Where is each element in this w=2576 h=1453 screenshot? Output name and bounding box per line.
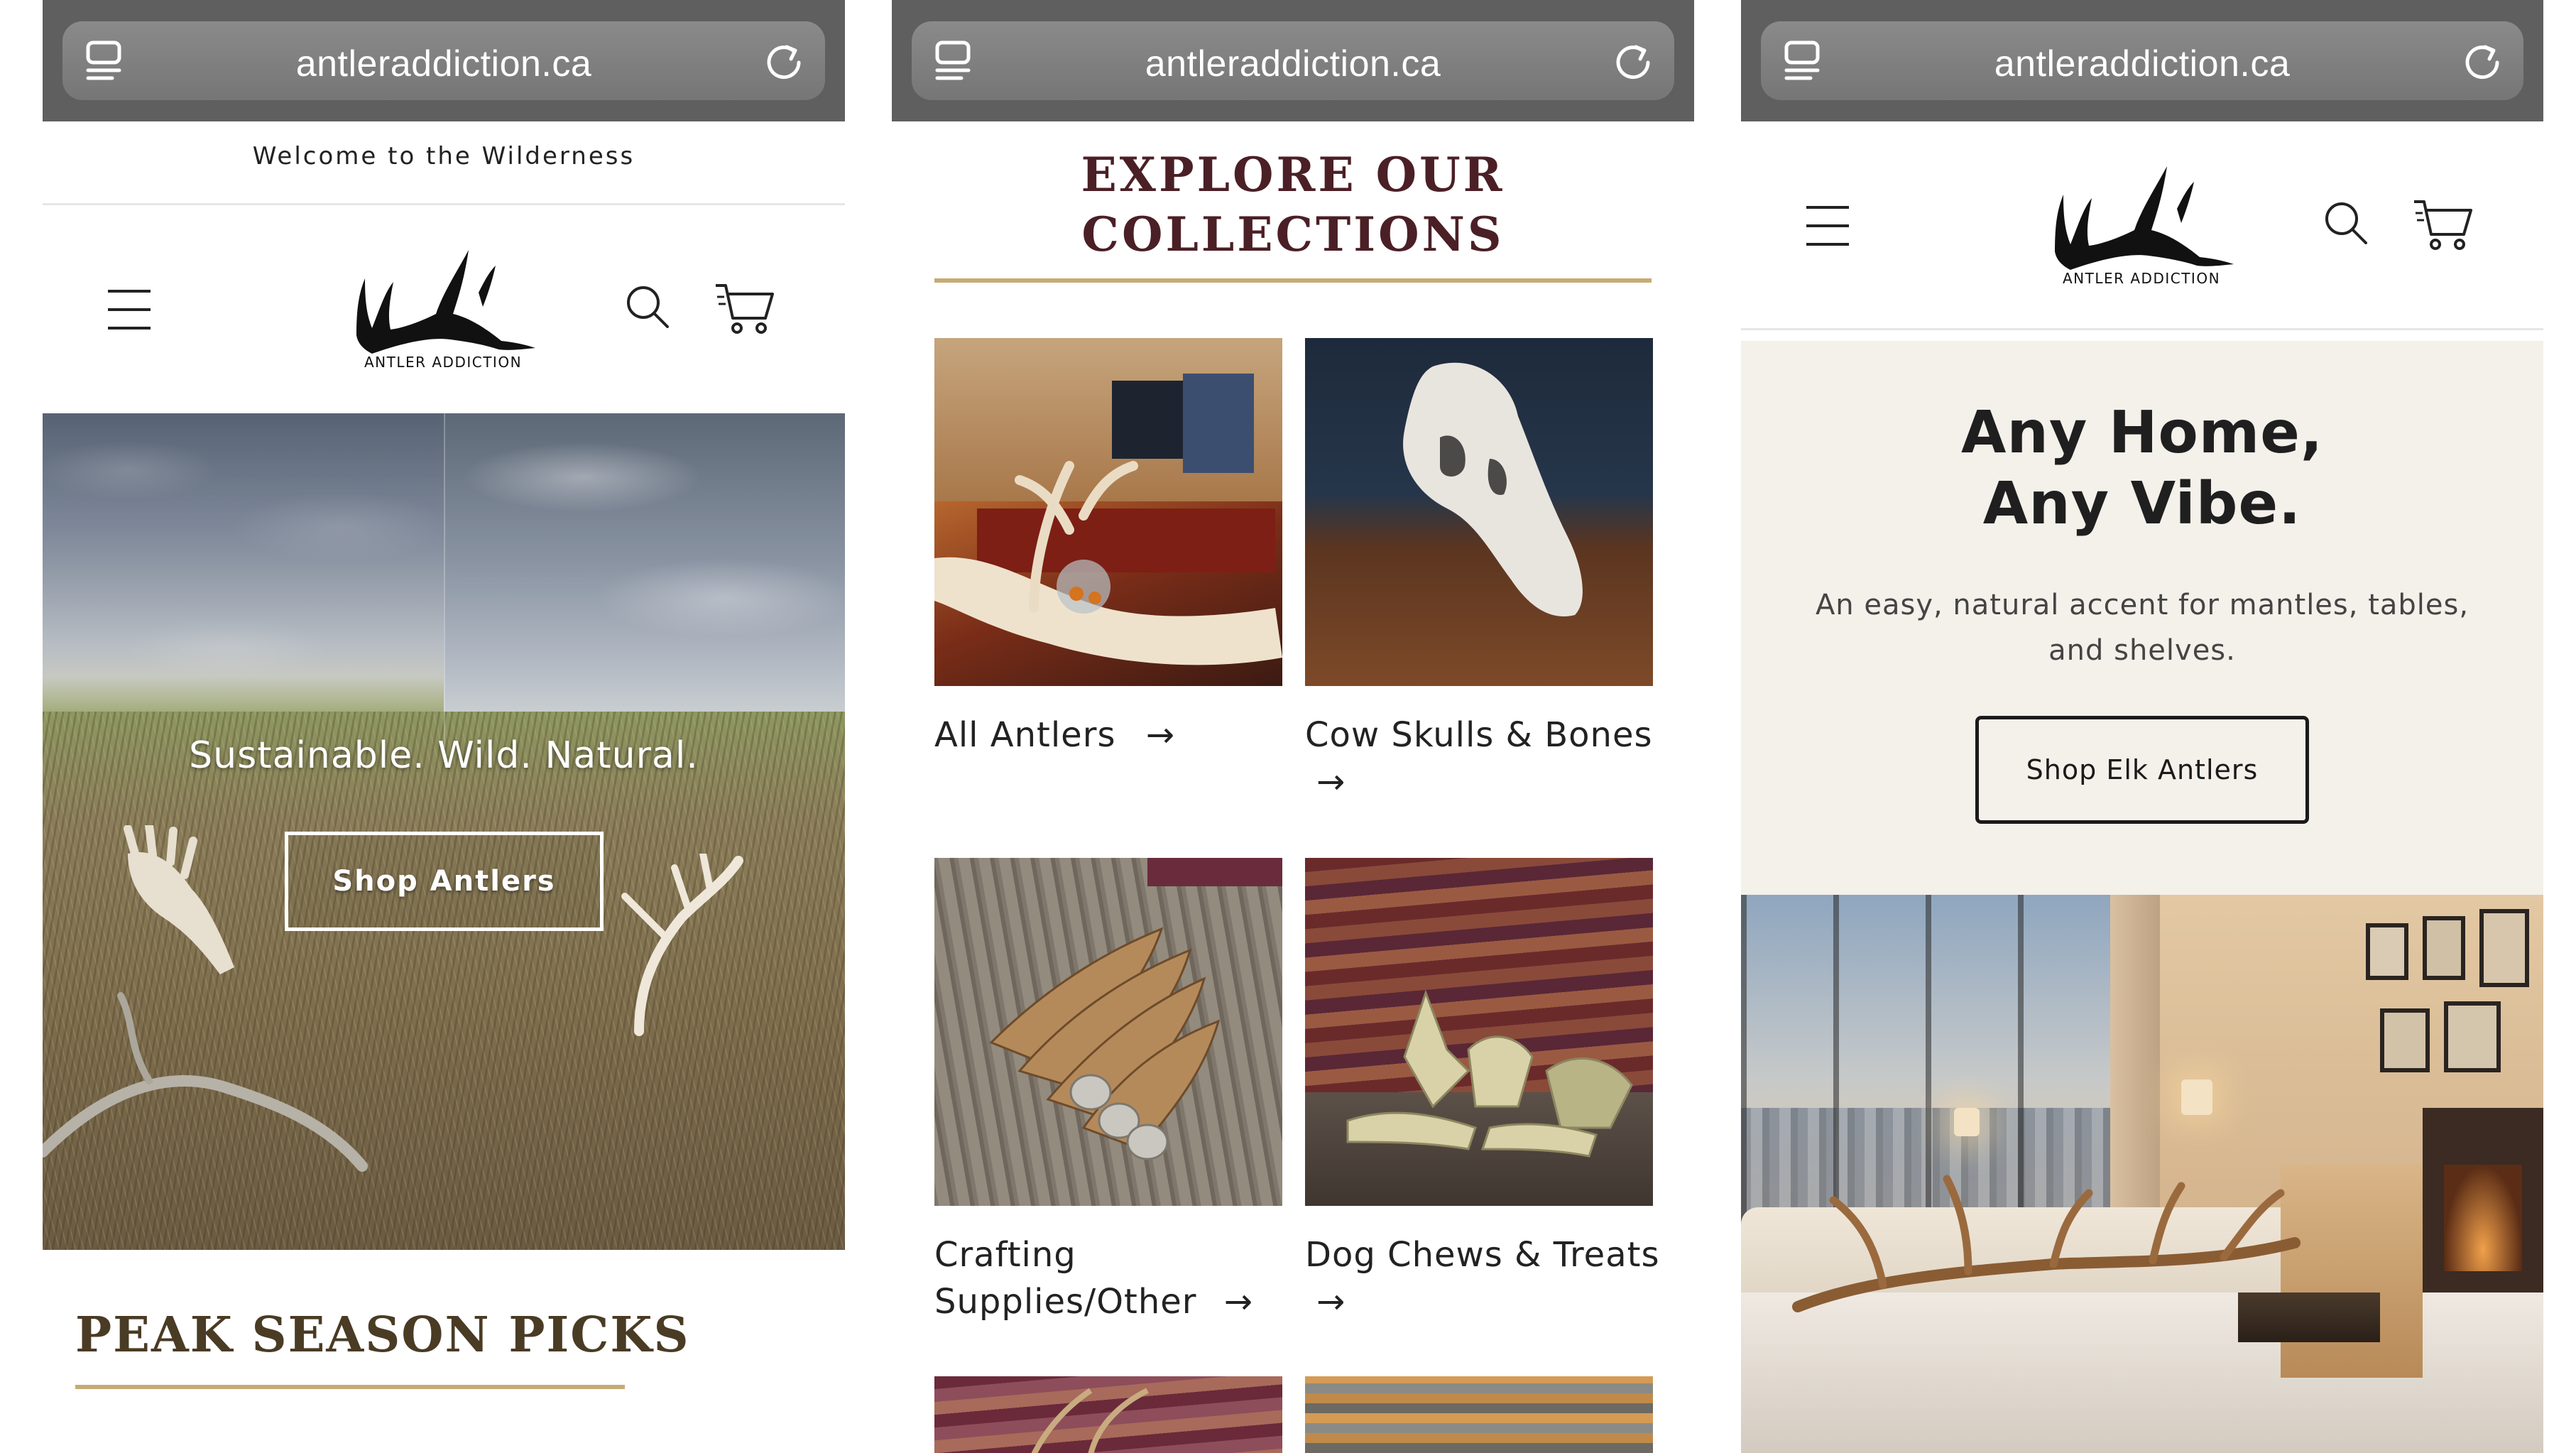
collection-label: Crafting — [934, 1235, 1076, 1275]
address-bar[interactable]: antleraddiction.ca — [62, 21, 825, 100]
hero-banner: Sustainable. Wild. Natural. Shop Antlers — [43, 413, 845, 1250]
phone-collections-screen: antleraddiction.ca EXPLORE OUR COLLECTIO… — [892, 0, 1694, 1453]
shop-elk-antlers-button[interactable]: Shop Elk Antlers — [1975, 716, 2309, 824]
logo-text: ANTLER ADDICTION — [364, 354, 522, 371]
browser-toolbar: antleraddiction.ca — [1741, 0, 2543, 121]
site-logo[interactable]: ANTLER ADDICTION — [344, 250, 542, 371]
collection-label: Cow Skulls & Bones — [1305, 715, 1653, 755]
arrow-right-icon: → — [1223, 1282, 1253, 1322]
reload-icon[interactable] — [2461, 38, 2504, 81]
search-icon[interactable] — [2323, 200, 2369, 246]
collection-image-all-antlers[interactable] — [934, 338, 1282, 686]
driftwood-image — [43, 992, 368, 1172]
divider — [43, 203, 845, 205]
collection-label: All Antlers — [934, 715, 1116, 755]
reload-icon[interactable] — [1612, 38, 1654, 81]
collection-image-partial-right[interactable] — [1305, 1376, 1653, 1453]
collection-link-cow-skulls[interactable]: Cow Skulls & Bones → — [1305, 712, 1653, 805]
collection-image-crafting-supplies[interactable] — [934, 858, 1282, 1206]
divider — [1741, 328, 2543, 330]
menu-icon[interactable] — [108, 290, 151, 330]
collection-link-crafting-supplies[interactable]: Crafting Supplies/Other → — [934, 1231, 1253, 1325]
url-text: antleraddiction.ca — [295, 43, 592, 85]
collections-title-line1: EXPLORE OUR — [1081, 147, 1505, 202]
phone-feature-screen: antleraddiction.ca ANTLER ADDICTION Any … — [1741, 0, 2543, 1453]
logo-text: ANTLER ADDICTION — [2063, 270, 2220, 287]
menu-icon[interactable] — [1806, 206, 1849, 246]
collection-label: Dog Chews & Treats — [1305, 1235, 1660, 1275]
phone-home-screen: antleraddiction.ca Welcome to the Wilder… — [43, 0, 845, 1453]
reload-icon[interactable] — [763, 38, 805, 81]
hero-image-seam — [444, 413, 445, 747]
address-bar[interactable]: antleraddiction.ca — [1761, 21, 2523, 100]
section-underline — [75, 1385, 625, 1389]
feature-title-line2: Any Vibe. — [1982, 470, 2302, 538]
shop-antlers-button[interactable]: Shop Antlers — [285, 832, 604, 931]
url-text: antleraddiction.ca — [1994, 43, 2291, 85]
collection-link-all-antlers[interactable]: All Antlers → — [934, 712, 1175, 758]
announcement-bar: Welcome to the Wilderness — [252, 142, 635, 170]
collection-label: Supplies/Other — [934, 1282, 1197, 1322]
url-text: antleraddiction.ca — [1145, 43, 1441, 85]
feature-subtitle: An easy, natural accent for mantles, tab… — [1815, 589, 2469, 667]
arrow-right-icon: → — [1316, 1282, 1346, 1322]
hero-tagline: Sustainable. Wild. Natural. — [189, 734, 699, 777]
deer-antler-image — [621, 854, 743, 1036]
living-room-image — [1741, 895, 2543, 1453]
cart-icon[interactable] — [2413, 197, 2474, 251]
search-icon[interactable] — [625, 284, 670, 330]
collection-image-partial-left[interactable] — [934, 1376, 1282, 1453]
arrow-right-icon: → — [1145, 715, 1175, 755]
feature-title-line1: Any Home, — [1960, 399, 2323, 467]
browser-toolbar: antleraddiction.ca — [892, 0, 1694, 121]
collections-title-line2: COLLECTIONS — [1081, 207, 1505, 262]
cart-icon[interactable] — [714, 281, 775, 335]
collection-image-dog-chews[interactable] — [1305, 858, 1653, 1206]
site-logo[interactable]: ANTLER ADDICTION — [2042, 166, 2241, 287]
arrow-right-icon: → — [1316, 762, 1346, 802]
collection-image-cow-skulls[interactable] — [1305, 338, 1653, 686]
section-title-peak-season: PEAK SEASON PICKS — [75, 1307, 690, 1364]
feature-title: Any Home, Any Vibe. — [1741, 398, 2543, 540]
browser-toolbar: antleraddiction.ca — [43, 0, 845, 121]
collection-link-dog-chews[interactable]: Dog Chews & Treats → — [1305, 1231, 1659, 1325]
moose-antler-image — [124, 825, 234, 974]
address-bar[interactable]: antleraddiction.ca — [912, 21, 1674, 100]
collections-underline — [934, 278, 1652, 283]
